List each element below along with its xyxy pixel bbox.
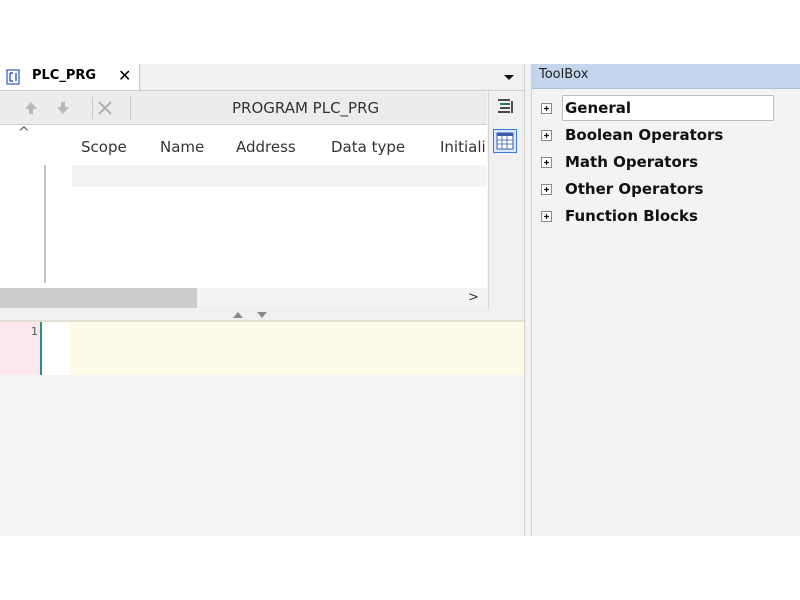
delete-icon[interactable] [96, 99, 114, 117]
panel-splitter[interactable] [524, 64, 532, 536]
scrollbar-thumb[interactable] [0, 288, 197, 308]
column-header-scope[interactable]: Scope [81, 138, 127, 156]
variable-declaration-table: ^ Scope Name Address Data type Initiali [0, 125, 487, 288]
expand-plus-icon[interactable] [541, 211, 552, 222]
toolbox-group-general[interactable]: General [532, 97, 800, 121]
horizontal-scrollbar[interactable]: > [0, 288, 487, 308]
gutter-margin [44, 322, 70, 375]
column-header-name[interactable]: Name [160, 138, 204, 156]
pou-editor: PLC_PRG ✕ PROGRAM PLC_PRG ^ Scope Name A… [0, 64, 525, 536]
table-view-icon [496, 132, 514, 150]
toolbox-panel: ToolBox General Boolean Operators Math O… [532, 64, 800, 536]
move-down-icon[interactable] [54, 99, 72, 117]
collapse-caret-icon[interactable]: ^ [18, 125, 30, 141]
tab-list-dropdown-icon[interactable] [500, 69, 518, 85]
move-up-icon[interactable] [22, 99, 40, 117]
toolbox-group-other-operators[interactable]: Other Operators [532, 178, 800, 202]
toolbox-group-label: Boolean Operators [565, 126, 724, 144]
close-tab-icon[interactable]: ✕ [118, 66, 131, 85]
expand-plus-icon[interactable] [541, 157, 552, 168]
editor-tab-bar: PLC_PRG ✕ [0, 64, 524, 91]
expand-plus-icon[interactable] [541, 130, 552, 141]
textual-view-icon[interactable] [495, 97, 515, 117]
toolbox-group-label: General [565, 99, 631, 117]
column-header-initial-value[interactable]: Initiali [440, 138, 487, 156]
scroll-right-icon[interactable]: > [468, 290, 479, 305]
toolbox-group-boolean-operators[interactable]: Boolean Operators [532, 124, 800, 148]
column-header-data-type[interactable]: Data type [331, 138, 405, 156]
editor-empty-area [0, 375, 524, 536]
collapse-down-icon[interactable] [256, 311, 268, 319]
toolbox-group-label: Math Operators [565, 153, 699, 171]
toolbox-title: ToolBox [539, 67, 589, 82]
toolbox-header: ToolBox [532, 64, 800, 89]
toolbox-group-label: Function Blocks [565, 207, 698, 225]
table-divider [44, 165, 46, 283]
collapse-up-icon[interactable] [232, 311, 244, 319]
tabular-view-button[interactable] [493, 129, 517, 153]
view-toggle-strip [488, 91, 525, 321]
pou-icon [6, 69, 20, 85]
table-row[interactable] [72, 165, 486, 187]
toolbox-group-label: Other Operators [565, 180, 704, 198]
tab-label: PLC_PRG [32, 68, 97, 83]
column-header-address[interactable]: Address [236, 138, 296, 156]
declaration-toolbar: PROGRAM PLC_PRG [0, 91, 487, 125]
toolbox-group-function-blocks[interactable]: Function Blocks [532, 205, 800, 229]
line-number: 1 [31, 325, 38, 338]
toolbox-group-math-operators[interactable]: Math Operators [532, 151, 800, 175]
program-title: PROGRAM PLC_PRG [232, 99, 380, 117]
tab-plc-prg[interactable]: PLC_PRG ✕ [0, 64, 140, 90]
code-input-area[interactable] [70, 322, 524, 375]
implementation-editor: 1 [0, 321, 524, 376]
line-number-gutter: 1 [0, 322, 42, 375]
expand-plus-icon[interactable] [541, 103, 552, 114]
toolbar-separator [130, 97, 131, 119]
toolbar-separator [92, 97, 93, 119]
editor-splitter[interactable] [0, 308, 524, 321]
expand-plus-icon[interactable] [541, 184, 552, 195]
